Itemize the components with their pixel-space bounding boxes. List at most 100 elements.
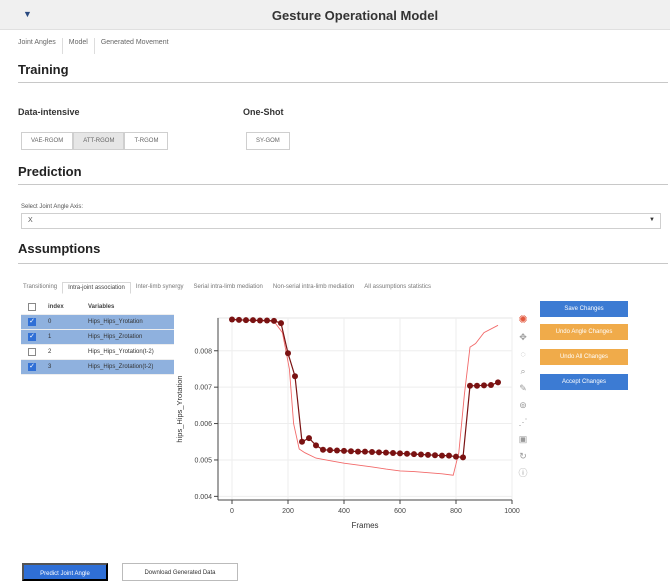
- table-row[interactable]: ✓ 3 Hips_Hips_Zrotation(t-2): [21, 360, 174, 375]
- row-checkbox[interactable]: ✓: [28, 363, 36, 371]
- data-point: [250, 317, 256, 324]
- vae-rgom-button[interactable]: VAE-RGOM: [21, 132, 74, 150]
- accept-changes-button[interactable]: Accept Changes: [540, 374, 628, 390]
- column-header-index[interactable]: index: [48, 304, 78, 310]
- table-row[interactable]: ✓ 1 Hips_Hips_Zrotation: [21, 330, 174, 345]
- table-row[interactable]: 2 Hips_Hips_Yrotation(t-2): [21, 345, 174, 360]
- select-value: X: [28, 217, 33, 224]
- row-checkbox[interactable]: ✓: [28, 318, 36, 326]
- row-index: 1: [48, 334, 52, 340]
- data-point: [229, 316, 235, 323]
- att-rgom-button[interactable]: ATT-RGOM: [73, 132, 125, 150]
- row-variable: Hips_Hips_Zrotation(t-2): [88, 364, 154, 370]
- tab-transitioning[interactable]: Transitioning: [18, 282, 62, 294]
- select-all-checkbox[interactable]: [28, 303, 36, 311]
- data-point: [306, 435, 312, 442]
- chart-xlabel: Frames: [351, 521, 378, 530]
- data-point: [376, 449, 382, 456]
- data-point: [257, 317, 263, 324]
- data-point: [285, 350, 291, 357]
- row-checkbox[interactable]: [28, 348, 36, 356]
- reset-icon[interactable]: ↻: [516, 449, 530, 463]
- plot-toolbar: ✺ ✥ ◌ ⌕ ✎ ⊚ ⋰ ▣ ↻ ⓘ: [514, 313, 532, 483]
- data-point: [369, 448, 375, 455]
- title-bar: ▼ Gesture Operational Model: [0, 0, 670, 30]
- help-icon[interactable]: ⓘ: [516, 466, 530, 480]
- data-point: [278, 320, 284, 327]
- training-title: Training: [18, 62, 69, 77]
- y-tick-label: 0.005: [194, 457, 212, 464]
- data-point: [411, 451, 417, 458]
- data-point: [348, 448, 354, 455]
- data-point: [327, 447, 333, 454]
- row-index: 3: [48, 364, 52, 370]
- row-variable: Hips_Hips_Yrotation(t-2): [88, 349, 154, 355]
- assumptions-divider: [18, 263, 668, 264]
- data-point: [474, 382, 480, 389]
- zoom-icon[interactable]: ⌕: [516, 364, 530, 378]
- row-checkbox[interactable]: ✓: [28, 333, 36, 341]
- data-point: [299, 438, 305, 445]
- wheel-zoom-icon[interactable]: ⊚: [516, 398, 530, 412]
- data-point: [355, 448, 361, 455]
- data-point: [488, 381, 494, 388]
- assumptions-title: Assumptions: [18, 241, 101, 256]
- sy-gom-button[interactable]: SY-GOM: [246, 132, 290, 150]
- t-rgom-button[interactable]: T-RGOM: [124, 132, 169, 150]
- y-tick-label: 0.007: [194, 385, 212, 392]
- tab-intra-joint-association[interactable]: Intra-joint association: [62, 282, 131, 294]
- joint-angle-chart[interactable]: 0.004 0.005 0.006 0.007 0.008 0 200 400 600 800 10…: [172, 300, 522, 540]
- table-row[interactable]: ✓ 0 Hips_Hips_Yrotation: [21, 315, 174, 330]
- data-point: [404, 450, 410, 457]
- data-point: [334, 447, 340, 454]
- y-tick-label: 0.004: [194, 494, 212, 501]
- tab-joint-angles[interactable]: Joint Angles: [12, 38, 63, 54]
- row-variable: Hips_Hips_Yrotation: [88, 319, 143, 325]
- tab-generated-movement[interactable]: Generated Movement: [95, 38, 175, 54]
- tab-model[interactable]: Model: [63, 38, 95, 54]
- data-point: [313, 442, 319, 449]
- x-tick-label: 1000: [504, 508, 520, 515]
- lasso-select-icon[interactable]: ◌: [516, 347, 530, 361]
- data-point: [453, 453, 459, 460]
- joint-angle-axis-label: Select Joint Angle Axis:: [21, 204, 84, 210]
- variables-table: index Variables ✓ 0 Hips_Hips_Yrotation …: [21, 300, 174, 375]
- chevron-down-icon: ▼: [649, 217, 655, 223]
- data-intensive-group: VAE-RGOM ATT-RGOM T-RGOM: [21, 132, 169, 150]
- tab-serial-intra-limb-mediation[interactable]: Serial intra-limb mediation: [189, 282, 268, 294]
- data-intensive-title: Data-intensive: [18, 107, 80, 117]
- pan-icon[interactable]: ✥: [516, 330, 530, 344]
- save-changes-button[interactable]: Save Changes: [540, 301, 628, 317]
- data-point: [397, 450, 403, 457]
- top-tabs: Joint Angles Model Generated Movement: [12, 38, 175, 54]
- download-generated-data-button[interactable]: Download Generated Data: [122, 563, 238, 581]
- data-point: [236, 316, 242, 323]
- save-icon[interactable]: ▣: [516, 432, 530, 446]
- tab-all-assumptions-statistics[interactable]: All assumptions statistics: [359, 282, 436, 294]
- tab-non-serial-intra-limb-mediation[interactable]: Non-serial intra-limb mediation: [268, 282, 359, 294]
- tab-inter-limb-synergy[interactable]: Inter-limb synergy: [131, 282, 189, 294]
- data-point: [362, 448, 368, 455]
- crosshair-icon[interactable]: ⋰: [516, 415, 530, 429]
- data-point: [292, 373, 298, 380]
- joint-angle-axis-select[interactable]: X ▼: [21, 213, 661, 229]
- bokeh-logo-icon: ✺: [518, 314, 528, 326]
- data-point: [425, 451, 431, 458]
- prediction-title: Prediction: [18, 164, 82, 179]
- data-point: [446, 452, 452, 459]
- x-tick-label: 0: [230, 508, 234, 515]
- row-variable: Hips_Hips_Zrotation: [88, 334, 143, 340]
- column-header-variables[interactable]: Variables: [88, 304, 114, 310]
- box-edit-icon[interactable]: ✎: [516, 381, 530, 395]
- x-tick-label: 200: [282, 508, 294, 515]
- data-point: [460, 454, 466, 461]
- training-divider: [18, 82, 668, 83]
- chart-ylabel: hips_Hips_Yrotation: [175, 375, 184, 442]
- assumption-tabs: Transitioning Intra-joint association In…: [18, 282, 436, 294]
- undo-angle-changes-button[interactable]: Undo Angle Changes: [540, 324, 628, 340]
- data-point: [439, 452, 445, 459]
- undo-all-changes-button[interactable]: Undo All Changes: [540, 349, 628, 365]
- y-tick-label: 0.008: [194, 348, 212, 355]
- predict-joint-angle-button[interactable]: Predict Joint Angle: [22, 563, 108, 581]
- data-point: [432, 452, 438, 459]
